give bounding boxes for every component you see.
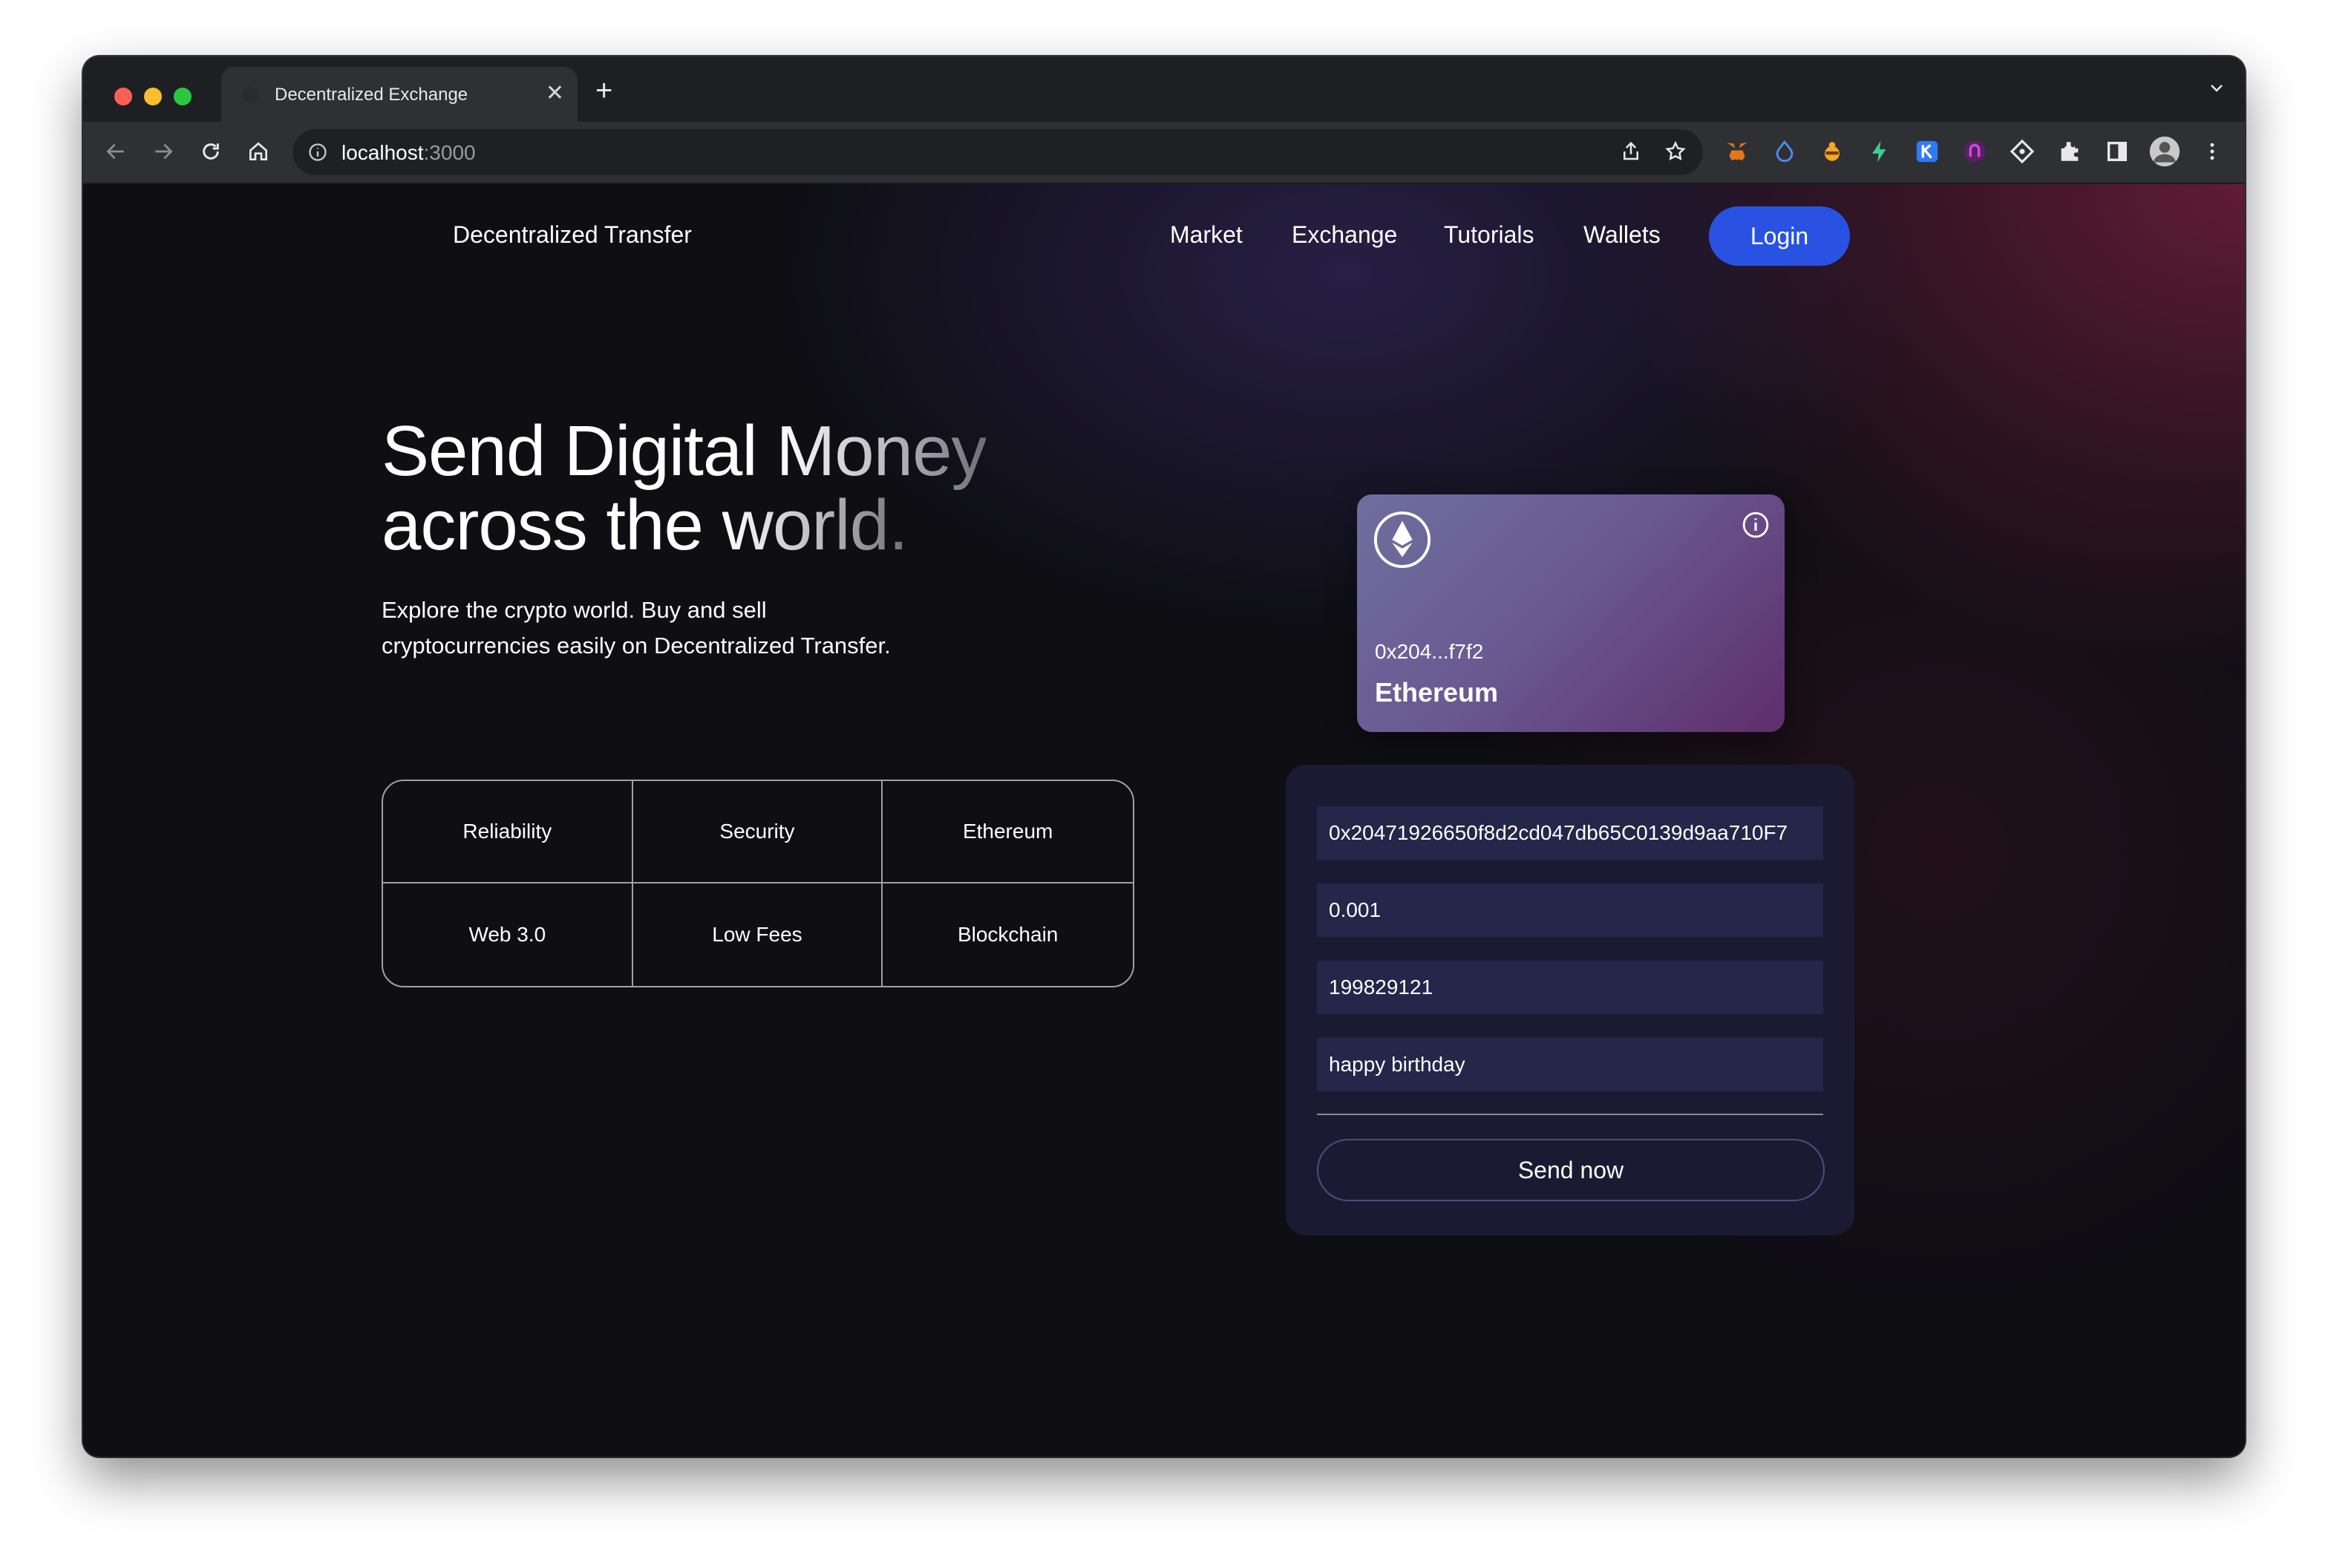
tab-close-icon[interactable]: ✕ — [546, 80, 564, 107]
form-divider — [1317, 1114, 1823, 1115]
url-host: localhost — [341, 141, 424, 164]
tab-bar: Decentralized Exchange ✕ + — [83, 56, 2245, 122]
share-icon[interactable] — [1620, 140, 1642, 166]
send-now-button[interactable]: Send now — [1317, 1139, 1825, 1201]
forward-arrow-icon[interactable] — [147, 135, 180, 168]
new-tab-icon[interactable]: + — [595, 73, 612, 108]
message-input[interactable] — [1317, 1038, 1823, 1091]
magnet-icon[interactable] — [1957, 134, 1992, 169]
site-info-icon[interactable] — [307, 142, 328, 166]
url-text: localhost:3000 — [341, 141, 476, 165]
keyword-input[interactable] — [1317, 961, 1823, 1014]
browser-toolbar: localhost:3000 — [83, 122, 2245, 184]
network-name: Ethereum — [1375, 677, 1499, 708]
web-page: Decentralized Transfer Market Exchange T… — [83, 184, 2245, 1457]
reload-icon[interactable] — [194, 135, 227, 168]
home-icon[interactable] — [242, 135, 275, 168]
amount-input[interactable] — [1317, 883, 1823, 937]
hero-subtitle-line: cryptocurrencies easily on Decentralized… — [382, 633, 891, 659]
site-brand[interactable]: Decentralized Transfer — [453, 221, 692, 249]
sidepanel-icon[interactable] — [2099, 134, 2135, 169]
bolt-icon[interactable] — [1862, 134, 1897, 169]
puzzle-icon[interactable] — [2052, 134, 2087, 169]
bookmark-star-icon[interactable] — [1664, 140, 1687, 166]
drop-icon[interactable] — [1767, 134, 1802, 169]
hero-title-line-2: across the world. — [382, 489, 1124, 563]
nav-link-market[interactable]: Market — [1170, 221, 1243, 249]
hero-subtitle-line: Explore the crypto world. Buy and sell — [382, 597, 767, 623]
hero-title-part: world. — [722, 486, 909, 565]
metamask-icon[interactable] — [1719, 134, 1755, 169]
hero-title-part: Money — [776, 411, 987, 491]
transfer-form: Send now — [1286, 765, 1854, 1235]
diamond-icon[interactable] — [2004, 134, 2040, 169]
feature-security: Security — [632, 781, 883, 883]
feature-blockchain: Blockchain — [957, 923, 1059, 946]
tab-favicon-icon — [242, 86, 258, 102]
kebab-menu-icon[interactable] — [2194, 134, 2230, 169]
nav-link-exchange[interactable]: Exchange — [1292, 221, 1397, 249]
profile-avatar[interactable] — [2147, 134, 2182, 169]
tab-title: Decentralized Exchange — [275, 85, 468, 105]
maximize-window-button[interactable] — [174, 88, 192, 105]
bee-icon[interactable] — [1814, 134, 1850, 169]
wallet-address: 0x204...f7f2 — [1375, 640, 1484, 663]
hero-title-part: Send Digital — [382, 411, 776, 491]
hero-title-part: across the — [382, 486, 722, 565]
url-port: :3000 — [423, 141, 476, 164]
back-arrow-icon[interactable] — [99, 135, 132, 168]
feature-grid: Reliability Security Ethereum Web 3.0 Lo… — [382, 780, 1134, 987]
chevron-down-icon[interactable] — [2208, 79, 2226, 100]
k-icon[interactable] — [1909, 134, 1945, 169]
feature-reliability: Reliability — [383, 781, 633, 883]
browser-tab[interactable]: Decentralized Exchange ✕ — [221, 67, 578, 122]
feature-web3: Web 3.0 — [383, 883, 633, 986]
browser-window: Decentralized Exchange ✕ + localhost:300… — [83, 56, 2245, 1457]
hero-title-line-1: Send Digital Money — [382, 414, 1124, 489]
login-button[interactable]: Login — [1709, 206, 1850, 266]
ethereum-card: 0x204...f7f2 Ethereum — [1357, 494, 1785, 732]
hero-subtitle: Explore the crypto world. Buy and sell c… — [382, 592, 990, 664]
address-to-input[interactable] — [1317, 806, 1823, 860]
close-window-button[interactable] — [114, 88, 132, 105]
minimize-window-button[interactable] — [144, 88, 162, 105]
nav-link-wallets[interactable]: Wallets — [1583, 221, 1661, 249]
hero-title: Send Digital Money across the world. — [382, 414, 1124, 563]
address-bar[interactable]: localhost:3000 — [292, 129, 1703, 175]
feature-low-fees: Low Fees — [633, 883, 883, 986]
info-icon[interactable] — [1742, 511, 1770, 539]
feature-ethereum: Ethereum — [883, 781, 1133, 883]
nav-link-tutorials[interactable]: Tutorials — [1444, 221, 1534, 249]
ethereum-logo-icon — [1373, 511, 1431, 569]
